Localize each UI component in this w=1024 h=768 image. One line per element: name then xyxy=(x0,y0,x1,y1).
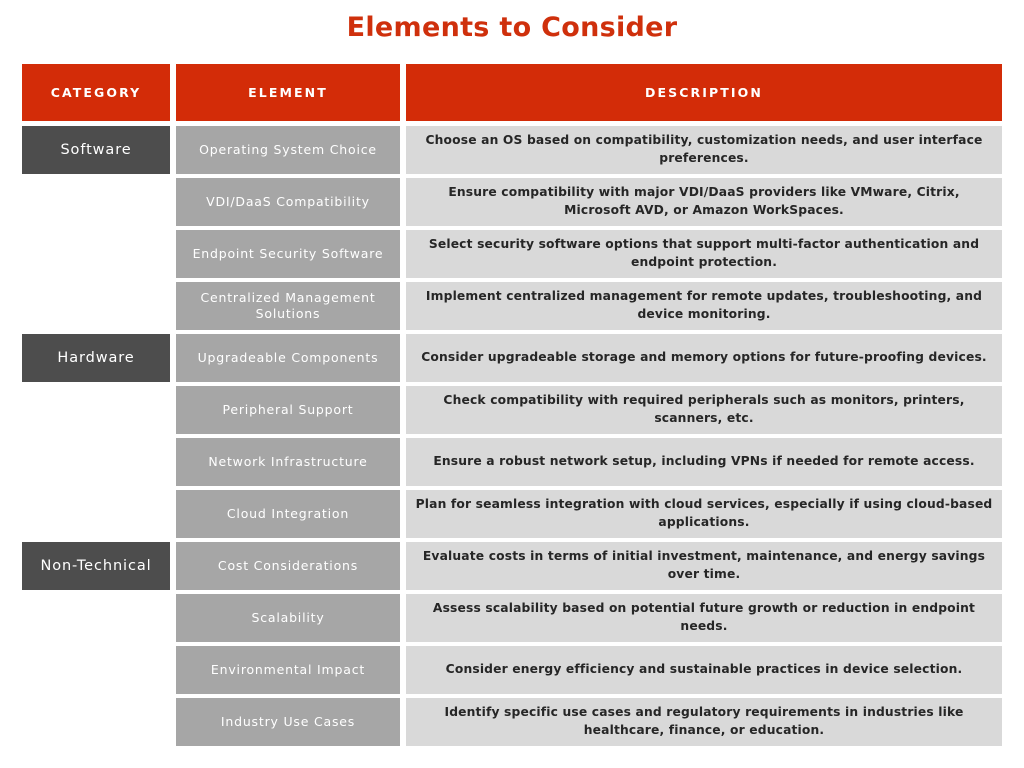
element-cell: Cost Considerations xyxy=(176,542,400,590)
element-cell: Centralized Management Solutions xyxy=(176,282,400,330)
element-cell: Upgradeable Components xyxy=(176,334,400,382)
category-cell-empty xyxy=(22,438,170,486)
column-header-description: DESCRIPTION xyxy=(406,64,1002,121)
table-row: Scalability Assess scalability based on p… xyxy=(22,594,1002,642)
table-row: Centralized Management Solutions Implemen… xyxy=(22,282,1002,330)
page-root: Elements to Consider CATEGORY ELEMENT DE… xyxy=(0,0,1024,768)
description-text: Ensure compatibility with major VDI/DaaS… xyxy=(448,185,960,217)
table-row: Hardware Upgradeable Components Consider u… xyxy=(22,334,1002,382)
elements-table: CATEGORY ELEMENT DESCRIPTION Software Ope… xyxy=(22,64,1002,750)
element-cell: Environmental Impact xyxy=(176,646,400,694)
element-cell: Cloud Integration xyxy=(176,490,400,538)
description-text: Select security software options that su… xyxy=(428,237,980,269)
table-row: Network Infrastructure Ensure a robust ne… xyxy=(22,438,1002,486)
description-cell: Implement centralized management for rem… xyxy=(406,282,1002,330)
category-cell: Software xyxy=(22,126,170,174)
category-cell-empty xyxy=(22,282,170,330)
element-cell: Peripheral Support xyxy=(176,386,400,434)
element-cell: Network Infrastructure xyxy=(176,438,400,486)
description-cell: Identify specific use cases and regulato… xyxy=(406,698,1002,746)
page-title: Elements to Consider xyxy=(346,12,678,43)
table-row: Industry Use Cases Identify specific use … xyxy=(22,698,1002,746)
element-cell: Operating System Choice xyxy=(176,126,400,174)
table-header-row: CATEGORY ELEMENT DESCRIPTION xyxy=(22,64,1002,121)
table-row: Peripheral Support Check compatibility wi… xyxy=(22,386,1002,434)
category-cell-empty xyxy=(22,230,170,278)
description-cell: Select security software options that su… xyxy=(406,230,1002,278)
element-cell: Endpoint Security Software xyxy=(176,230,400,278)
description-text: Ensure a robust network setup, including… xyxy=(433,454,975,469)
table-row: VDI/DaaS Compatibility Ensure compatibili… xyxy=(22,178,1002,226)
column-header-element: ELEMENT xyxy=(176,64,400,121)
description-text: Plan for seamless integration with cloud… xyxy=(415,497,993,529)
category-cell-empty xyxy=(22,178,170,226)
category-cell-empty xyxy=(22,646,170,694)
category-cell-empty xyxy=(22,698,170,746)
description-cell: Assess scalability based on potential fu… xyxy=(406,594,1002,642)
table-row: Environmental Impact Consider energy effi… xyxy=(22,646,1002,694)
description-cell: Consider upgradeable storage and memory … xyxy=(406,334,1002,382)
description-text: Check compatibility with required periph… xyxy=(443,393,965,425)
description-cell: Consider energy efficiency and sustainab… xyxy=(406,646,1002,694)
category-cell-empty xyxy=(22,594,170,642)
table-row: Endpoint Security Software Select securit… xyxy=(22,230,1002,278)
description-text: Identify specific use cases and regulato… xyxy=(444,705,964,737)
element-cell: Industry Use Cases xyxy=(176,698,400,746)
table-row: Software Operating System Choice Choose an… xyxy=(22,126,1002,174)
description-text: Choose an OS based on compatibility, cus… xyxy=(425,133,983,165)
category-cell: Hardware xyxy=(22,334,170,382)
column-header-category: CATEGORY xyxy=(22,64,170,121)
category-cell-empty xyxy=(22,386,170,434)
element-cell: Scalability xyxy=(176,594,400,642)
description-cell: Evaluate costs in terms of initial inves… xyxy=(406,542,1002,590)
table-row: Non-Technical Cost Considerations Evaluate… xyxy=(22,542,1002,590)
description-cell: Ensure a robust network setup, including… xyxy=(406,438,1002,486)
description-cell: Check compatibility with required periph… xyxy=(406,386,1002,434)
description-text: Implement centralized management for rem… xyxy=(425,289,983,321)
description-text: Consider upgradeable storage and memory … xyxy=(421,350,987,365)
description-text: Assess scalability based on potential fu… xyxy=(432,601,976,633)
category-cell: Non-Technical xyxy=(22,542,170,590)
table-row: Cloud Integration Plan for seamless integ… xyxy=(22,490,1002,538)
element-cell: VDI/DaaS Compatibility xyxy=(176,178,400,226)
description-cell: Choose an OS based on compatibility, cus… xyxy=(406,126,1002,174)
description-cell: Ensure compatibility with major VDI/DaaS… xyxy=(406,178,1002,226)
table-body: Software Operating System Choice Choose an… xyxy=(22,126,1002,746)
description-text: Evaluate costs in terms of initial inves… xyxy=(422,549,986,581)
description-cell: Plan for seamless integration with cloud… xyxy=(406,490,1002,538)
description-text: Consider energy efficiency and sustainab… xyxy=(445,662,963,677)
category-cell-empty xyxy=(22,490,170,538)
